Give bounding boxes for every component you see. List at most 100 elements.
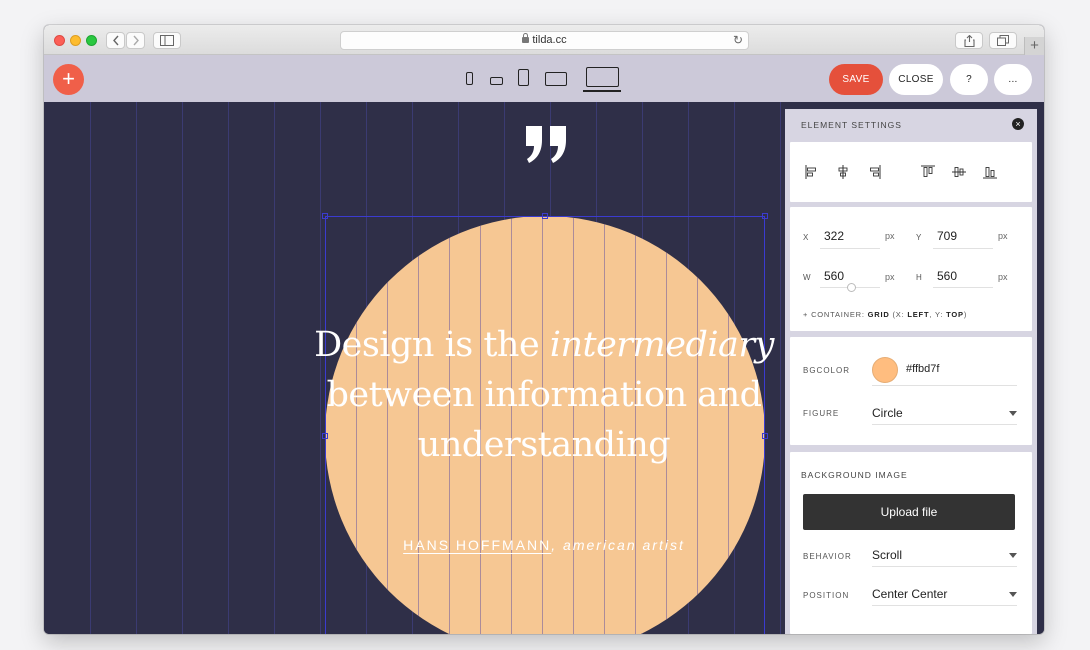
figure-underline bbox=[872, 424, 1017, 425]
container-open: (X: bbox=[889, 310, 908, 319]
grid-column-line bbox=[136, 102, 137, 634]
bgcolor-input[interactable]: #ffbd7f bbox=[906, 363, 939, 375]
container-prefix: + CONTAINER: bbox=[803, 310, 868, 319]
tabs-overview-button[interactable] bbox=[989, 32, 1017, 49]
x-underline bbox=[820, 248, 880, 249]
editor-toolbar: + SAVE CLOSE ? ... bbox=[44, 55, 1044, 102]
sidebar-icon bbox=[160, 35, 174, 46]
browser-toolbar: tilda.cc ↻ + bbox=[44, 25, 1044, 55]
tablet-portrait-icon[interactable] bbox=[518, 69, 529, 86]
figure-select[interactable]: Circle bbox=[872, 406, 903, 420]
grid-column-line bbox=[90, 102, 91, 634]
h-underline bbox=[933, 287, 993, 288]
phone-portrait-icon[interactable] bbox=[466, 72, 473, 85]
x-unit: px bbox=[885, 231, 895, 241]
new-tab-button[interactable]: + bbox=[1024, 37, 1044, 55]
align-bottom-icon[interactable] bbox=[982, 164, 998, 180]
align-center-vertical-icon[interactable] bbox=[951, 164, 967, 180]
quote-line-1: Design is the intermediary bbox=[274, 320, 814, 370]
add-element-button[interactable]: + bbox=[53, 64, 84, 95]
x-input[interactable]: 322 bbox=[824, 229, 844, 243]
quote-emphasis: intermediary bbox=[549, 325, 775, 365]
background-image-title: BACKGROUND IMAGE bbox=[801, 470, 908, 480]
figure-label: FIGURE bbox=[803, 409, 840, 418]
grid-column-line bbox=[228, 102, 229, 634]
back-button[interactable] bbox=[106, 32, 125, 49]
figure-dropdown-icon[interactable] bbox=[1009, 411, 1017, 416]
h-label: H bbox=[916, 273, 923, 282]
h-input[interactable]: 560 bbox=[937, 269, 957, 283]
behavior-underline bbox=[872, 566, 1017, 567]
author-credit[interactable]: HANS HOFFMANN, american artist bbox=[374, 537, 714, 553]
quote-mark-icon bbox=[526, 126, 566, 163]
appearance-card: BGCOLOR #ffbd7f FIGURE Circle bbox=[790, 337, 1032, 445]
share-button[interactable] bbox=[955, 32, 983, 49]
forward-button[interactable] bbox=[126, 32, 145, 49]
position-size-card: X 322 px Y 709 px W 560 px H 560 px + CO… bbox=[790, 207, 1032, 331]
background-image-card: BACKGROUND IMAGE Upload file BEHAVIOR Sc… bbox=[790, 452, 1032, 634]
h-unit: px bbox=[998, 272, 1008, 282]
quote-line-3: understanding bbox=[417, 425, 671, 465]
panel-close-icon[interactable]: × bbox=[1012, 118, 1024, 130]
container-grid: GRID bbox=[867, 310, 890, 319]
resize-handle-top-left[interactable] bbox=[322, 213, 328, 219]
reload-icon[interactable]: ↻ bbox=[733, 32, 743, 49]
browser-window: tilda.cc ↻ + + SAVE CLOSE ? ... Design i… bbox=[44, 25, 1044, 634]
align-left-icon[interactable] bbox=[804, 164, 820, 180]
behavior-dropdown-icon[interactable] bbox=[1009, 553, 1017, 558]
url-text: tilda.cc bbox=[532, 34, 567, 46]
bgcolor-underline bbox=[872, 385, 1017, 386]
panel-header: ELEMENT SETTINGS × bbox=[785, 109, 1037, 139]
zoom-window-button[interactable] bbox=[86, 35, 97, 46]
tabs-icon bbox=[997, 35, 1009, 46]
width-slider-handle[interactable] bbox=[847, 283, 856, 292]
bgcolor-swatch[interactable] bbox=[872, 357, 898, 383]
close-window-button[interactable] bbox=[54, 35, 65, 46]
resize-handle-top-right[interactable] bbox=[762, 213, 768, 219]
align-right-icon[interactable] bbox=[866, 164, 882, 180]
y-unit: px bbox=[998, 231, 1008, 241]
position-select[interactable]: Center Center bbox=[872, 587, 947, 601]
container-x: LEFT bbox=[907, 310, 930, 319]
y-input[interactable]: 709 bbox=[937, 229, 957, 243]
container-mid: , Y: bbox=[929, 310, 947, 319]
lock-icon bbox=[522, 33, 530, 43]
share-icon bbox=[963, 35, 975, 47]
position-dropdown-icon[interactable] bbox=[1009, 592, 1017, 597]
minimize-window-button[interactable] bbox=[70, 35, 81, 46]
resize-handle-top[interactable] bbox=[542, 213, 548, 219]
phone-landscape-icon[interactable] bbox=[490, 77, 503, 85]
help-button[interactable]: ? bbox=[950, 64, 988, 95]
align-top-icon[interactable] bbox=[920, 164, 936, 180]
x-label: X bbox=[803, 233, 810, 242]
upload-file-button[interactable]: Upload file bbox=[803, 494, 1015, 530]
save-button[interactable]: SAVE bbox=[829, 64, 883, 95]
chevron-left-icon bbox=[112, 35, 119, 46]
position-label: POSITION bbox=[803, 591, 850, 600]
more-button[interactable]: ... bbox=[994, 64, 1032, 95]
align-center-horizontal-icon[interactable] bbox=[835, 164, 851, 180]
tablet-landscape-icon[interactable] bbox=[545, 72, 567, 86]
desktop-icon[interactable] bbox=[583, 67, 621, 92]
panel-title: ELEMENT SETTINGS bbox=[801, 120, 902, 130]
bgcolor-label: BGCOLOR bbox=[803, 366, 851, 375]
position-underline bbox=[872, 605, 1017, 606]
w-label: W bbox=[803, 273, 812, 282]
w-input[interactable]: 560 bbox=[824, 269, 844, 283]
close-button[interactable]: CLOSE bbox=[889, 64, 943, 95]
behavior-select[interactable]: Scroll bbox=[872, 548, 902, 562]
author-role: , american artist bbox=[551, 537, 685, 553]
container-close: ) bbox=[963, 310, 968, 319]
container-settings-link[interactable]: + CONTAINER: GRID (X: LEFT, Y: TOP) bbox=[803, 310, 967, 319]
w-unit: px bbox=[885, 272, 895, 282]
address-bar[interactable]: tilda.cc ↻ bbox=[340, 31, 749, 50]
element-settings-panel: ELEMENT SETTINGS × X 322 px Y 709 px W 5… bbox=[785, 109, 1037, 634]
quote-text[interactable]: Design is the intermediary between infor… bbox=[274, 320, 814, 470]
grid-column-line bbox=[182, 102, 183, 634]
sidebar-toggle-button[interactable] bbox=[153, 32, 181, 49]
y-underline bbox=[933, 248, 993, 249]
chevron-right-icon bbox=[132, 35, 139, 46]
quote-line-2: between information and bbox=[326, 375, 762, 415]
container-y: TOP bbox=[946, 310, 964, 319]
author-name: HANS HOFFMANN bbox=[403, 537, 552, 553]
